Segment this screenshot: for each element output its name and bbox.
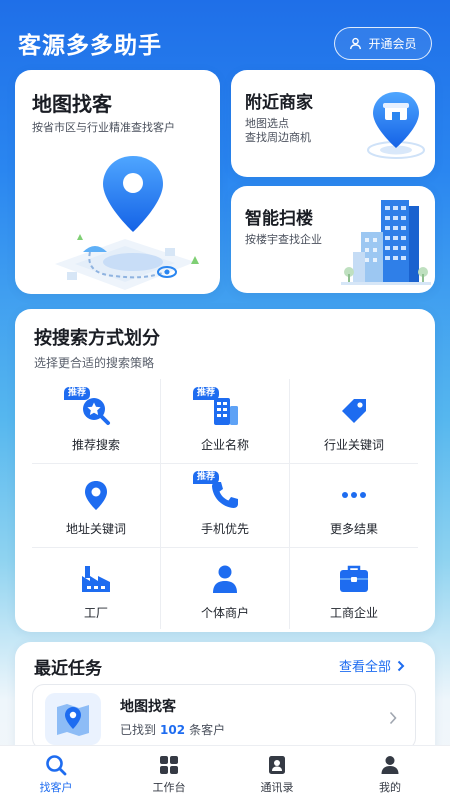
tab-label: 工作台 <box>152 781 186 794</box>
search-panel-subtitle: 选择更合适的搜索策略 <box>34 356 155 370</box>
map-card-desc: 按省市区与行业精准查找客户 <box>32 121 175 134</box>
vip-label: 开通会员 <box>368 37 417 51</box>
recommend-badge: 推荐 <box>193 471 220 484</box>
task-name: 地图找客 <box>120 699 176 715</box>
tab-find-customer[interactable]: 找客户 <box>0 746 112 800</box>
more-dots-icon <box>342 492 366 498</box>
view-all-label: 查看全部 <box>338 660 391 675</box>
nearby-card-desc-2: 查找周边商机 <box>245 131 311 144</box>
search-method-company-name[interactable]: 推荐 企业名称 <box>161 379 289 463</box>
app-title: 客源多多助手 <box>18 33 162 59</box>
chevron-right-icon <box>389 711 397 725</box>
building-illustration-icon <box>341 200 431 285</box>
recommend-badge: 推荐 <box>64 387 91 400</box>
task-status: 已找到 102 条客户 <box>120 721 225 738</box>
location-pin-icon <box>85 481 107 510</box>
scan-card-title: 智能扫楼 <box>245 209 313 229</box>
search-method-industry-keyword[interactable]: 行业关键词 <box>290 379 418 463</box>
map-task-icon <box>45 693 101 745</box>
search-method-factory[interactable]: 工厂 <box>32 547 160 631</box>
task-status-suffix: 条客户 <box>189 723 226 737</box>
search-icon <box>46 755 67 776</box>
task-item[interactable]: 地图找客 已找到 102 条客户 <box>32 684 416 750</box>
bottom-tab-bar: 找客户 工作台 通讯录 我的 <box>0 745 450 800</box>
map-find-customer-card[interactable]: 地图找客 按省市区与行业精准查找客户 <box>15 70 220 294</box>
chevron-right-icon <box>397 660 405 671</box>
person-icon <box>213 565 237 593</box>
shop-pin-icon <box>367 92 425 159</box>
search-method-grid: 推荐 推荐搜索 推荐 企业名称 行业关键词 地址关键词 推荐 手机优先 更多结果… <box>32 379 418 629</box>
smart-building-scan-card[interactable]: 智能扫楼 按楼宇查找企业 <box>231 186 435 293</box>
search-method-phone-first[interactable]: 推荐 手机优先 <box>161 463 289 547</box>
open-vip-button[interactable]: 开通会员 <box>334 27 432 60</box>
briefcase-icon <box>340 565 368 592</box>
search-method-more-results[interactable]: 更多结果 <box>290 463 418 547</box>
user-icon <box>350 37 362 50</box>
tab-workbench[interactable]: 工作台 <box>113 746 225 800</box>
factory-icon <box>82 566 110 592</box>
nearby-card-title: 附近商家 <box>245 93 313 113</box>
search-method-registered-enterprise[interactable]: 工商企业 <box>290 547 418 631</box>
search-method-recommended[interactable]: 推荐 推荐搜索 <box>32 379 160 463</box>
contacts-icon <box>269 756 285 774</box>
tab-contacts[interactable]: 通讯录 <box>221 746 333 800</box>
tab-label: 通讯录 <box>260 781 294 794</box>
tab-label: 我的 <box>379 781 401 794</box>
tag-icon <box>342 399 366 423</box>
app-header: 客源多多助手 开通会员 <box>0 0 450 70</box>
task-count: 102 <box>160 723 186 737</box>
view-all-link[interactable]: 查看全部 <box>339 656 405 675</box>
tab-label: 找客户 <box>39 781 73 794</box>
nearby-card-desc-1: 地图选点 <box>245 117 289 130</box>
nearby-merchants-card[interactable]: 附近商家 地图选点 查找周边商机 <box>231 70 435 177</box>
search-method-individual-merchant[interactable]: 个体商户 <box>161 547 289 631</box>
scan-card-desc: 按楼宇查找企业 <box>245 233 322 246</box>
map-card-title: 地图找客 <box>32 92 112 116</box>
tab-mine[interactable]: 我的 <box>334 746 446 800</box>
map-pin-illustration-icon <box>55 156 199 290</box>
grid-icon <box>160 756 178 774</box>
recommend-badge: 推荐 <box>193 387 220 400</box>
recent-tasks-title: 最近任务 <box>34 659 102 679</box>
search-panel-title: 按搜索方式划分 <box>34 328 160 349</box>
task-status-prefix: 已找到 <box>120 723 157 737</box>
user-icon <box>381 756 399 774</box>
search-method-panel: 按搜索方式划分 选择更合适的搜索策略 推荐 推荐搜索 推荐 企业名称 行业关键词… <box>15 309 435 632</box>
search-method-address-keyword[interactable]: 地址关键词 <box>32 463 160 547</box>
